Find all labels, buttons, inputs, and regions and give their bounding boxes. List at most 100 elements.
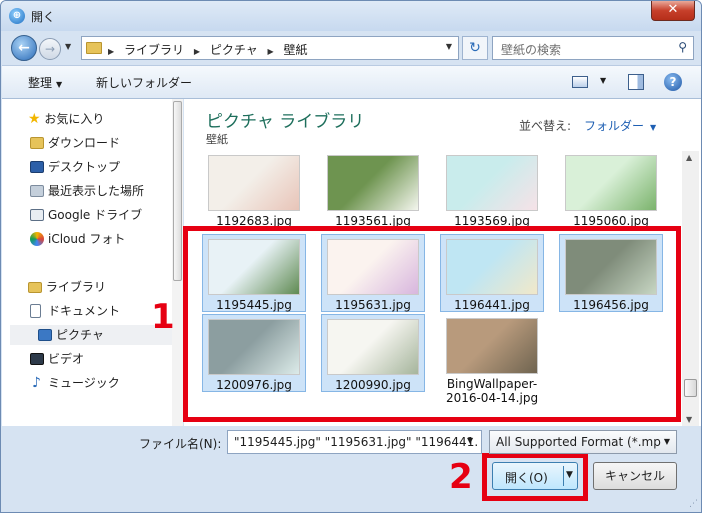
chevron-down-icon: ▼	[650, 123, 657, 132]
sidebar-item-label: デスクトップ	[48, 160, 121, 174]
breadcrumb-item[interactable]: 壁紙	[284, 43, 308, 57]
chevron-down-icon[interactable]: ▼	[600, 76, 606, 85]
app-icon: ⊕	[9, 8, 25, 24]
sidebar-item-label: Google ドライブ	[48, 208, 143, 222]
nav-favorites[interactable]: ★ お気に入り	[28, 109, 104, 129]
organize-button[interactable]: 整理 ▼	[28, 74, 62, 91]
window-title: 開く	[31, 10, 56, 24]
sidebar-item-label: ドキュメント	[48, 304, 121, 318]
scroll-down-icon[interactable]: ▼	[686, 415, 692, 424]
split-divider	[563, 466, 564, 486]
history-dropdown-icon[interactable]: ▼	[65, 42, 71, 51]
image-preview	[208, 155, 300, 211]
refresh-button[interactable]: ↻	[462, 36, 488, 60]
sidebar-item-label: ビデオ	[48, 352, 85, 366]
sidebar-item-label: ミュージック	[48, 376, 120, 390]
sidebar-item-videos[interactable]: ビデオ	[30, 349, 85, 369]
nav-favorites-label: お気に入り	[44, 112, 105, 126]
resize-grip-icon[interactable]: ⋰	[689, 499, 698, 509]
filename-label: ファイル名(N):	[139, 437, 222, 451]
navigation-pane: ★ お気に入り ダウンロード デスクトップ 最近表示した場所 Google ドラ…	[2, 99, 183, 426]
chevron-right-icon[interactable]: ▶	[108, 47, 114, 56]
address-bar[interactable]: ▶ ライブラリ ▶ ピクチャ ▶ 壁紙 ▼	[81, 36, 459, 60]
image-preview	[446, 155, 538, 211]
scroll-up-icon[interactable]: ▲	[686, 153, 692, 162]
sidebar-item-icloud[interactable]: iCloud フォト	[30, 229, 126, 249]
image-preview	[565, 155, 657, 211]
step-2-label: 2	[449, 457, 473, 497]
chevron-down-icon[interactable]: ▼	[446, 42, 452, 51]
selection-highlight-box	[183, 226, 681, 422]
view-options-icon[interactable]	[572, 76, 588, 88]
open-dialog: ⊕ 開く ✕ ← → ▼ ▶ ライブラリ ▶ ピクチャ ▶ 壁紙 ▼ ↻ 壁紙の…	[0, 0, 702, 513]
breadcrumb-item[interactable]: ピクチャ	[210, 43, 258, 57]
nav-libraries-label: ライブラリ	[45, 280, 106, 294]
search-input[interactable]: 壁紙の検索 ⚲	[492, 36, 694, 60]
sidebar-item-desktop[interactable]: デスクトップ	[30, 157, 121, 177]
back-button[interactable]: ←	[11, 35, 37, 61]
file-thumbnail[interactable]: 1193561.jpg	[321, 151, 425, 229]
music-note-icon: ♪	[32, 375, 41, 391]
search-icon: ⚲	[678, 40, 687, 54]
star-icon: ★	[28, 111, 41, 127]
pictures-icon	[38, 329, 52, 341]
desktop-icon	[30, 161, 44, 173]
chevron-down-icon: ▼	[56, 80, 63, 89]
nav-scrollbar-thumb[interactable]	[173, 101, 182, 281]
library-icon	[28, 282, 42, 293]
sidebar-item-music[interactable]: ♪ ミュージック	[32, 373, 120, 393]
library-subtitle: 壁紙	[206, 133, 228, 146]
file-thumbnail[interactable]: 1192683.jpg	[202, 151, 306, 229]
preview-pane-icon[interactable]	[628, 74, 644, 90]
arrange-by-dropdown[interactable]: フォルダー ▼	[584, 117, 656, 134]
breadcrumb: ▶ ライブラリ ▶ ピクチャ ▶ 壁紙	[108, 41, 314, 58]
library-title: ピクチャ ライブラリ	[206, 112, 365, 132]
icloud-photos-icon	[30, 232, 44, 246]
open-button[interactable]: 開く(O) ▼	[492, 462, 578, 490]
nav-libraries[interactable]: ライブラリ	[28, 277, 106, 297]
documents-icon	[30, 304, 41, 318]
cancel-button[interactable]: キャンセル	[593, 462, 677, 490]
sidebar-item-label: ダウンロード	[48, 136, 121, 150]
arrange-by-label: 並べ替え:	[519, 119, 572, 133]
breadcrumb-item[interactable]: ライブラリ	[124, 43, 184, 57]
chevron-down-icon[interactable]: ▼	[467, 436, 473, 445]
title-bar: ⊕ 開く ✕	[1, 1, 701, 31]
google-drive-icon	[30, 209, 44, 221]
sidebar-item-google-drive[interactable]: Google ドライブ	[30, 205, 143, 225]
nav-scrollbar[interactable]	[172, 99, 183, 426]
chevron-right-icon[interactable]: ▶	[268, 47, 274, 56]
file-type-select[interactable]: All Supported Format (*.mp ▼	[489, 430, 677, 454]
close-button[interactable]: ✕	[651, 1, 695, 21]
open-button-label: 開く(O)	[505, 471, 548, 485]
sidebar-item-recent[interactable]: 最近表示した場所	[30, 181, 145, 201]
file-thumbnail[interactable]: 1193569.jpg	[440, 151, 544, 229]
recent-places-icon	[30, 185, 44, 197]
help-icon[interactable]: ?	[664, 73, 682, 91]
sidebar-item-downloads[interactable]: ダウンロード	[30, 133, 121, 153]
file-type-value: All Supported Format (*.mp	[496, 435, 661, 449]
new-folder-button[interactable]: 新しいフォルダー	[96, 74, 192, 91]
search-placeholder: 壁紙の検索	[501, 43, 562, 57]
arrange-by-value: フォルダー	[584, 119, 645, 133]
sidebar-item-documents[interactable]: ドキュメント	[30, 301, 121, 321]
filename-field[interactable]: "1195445.jpg" "1195631.jpg" "1196441.	[227, 430, 482, 454]
command-bar: 整理 ▼ 新しいフォルダー ▼ ?	[2, 65, 701, 99]
sidebar-item-label: ピクチャ	[56, 328, 104, 342]
content-scrollbar[interactable]: ▲ ▼	[682, 151, 699, 426]
step-1-label: 1	[151, 297, 175, 337]
address-row: ← → ▼ ▶ ライブラリ ▶ ピクチャ ▶ 壁紙 ▼ ↻ 壁紙の検索 ⚲	[1, 31, 701, 65]
sidebar-item-label: 最近表示した場所	[48, 184, 145, 198]
folder-icon	[86, 42, 102, 54]
forward-button[interactable]: →	[39, 38, 61, 60]
organize-label: 整理	[28, 76, 53, 90]
chevron-right-icon[interactable]: ▶	[194, 47, 200, 56]
sidebar-item-label: iCloud フォト	[48, 232, 126, 246]
image-preview	[327, 155, 419, 211]
chevron-down-icon: ▼	[663, 437, 670, 446]
videos-icon	[30, 353, 44, 365]
file-thumbnail[interactable]: 1195060.jpg	[559, 151, 663, 229]
chevron-down-icon[interactable]: ▼	[566, 470, 573, 480]
content-scrollbar-thumb[interactable]	[684, 379, 697, 397]
downloads-icon	[30, 137, 44, 149]
